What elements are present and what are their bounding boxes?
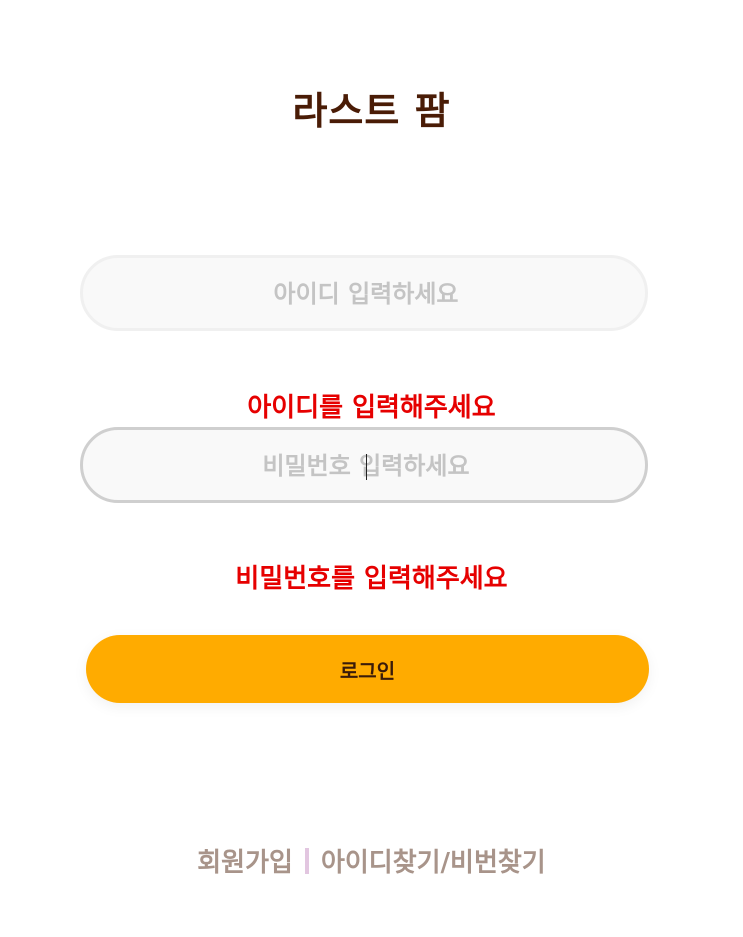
signup-link[interactable]: 회원가입 [197, 848, 293, 878]
password-field-container [80, 427, 649, 503]
page-title: 라스트 팜 [292, 89, 451, 133]
login-button[interactable]: 로그인 [86, 635, 649, 703]
login-card: 라스트 팜 아이디를 입력해주세요 비밀번호를 입력해주세요 로그인 회원가입 아… [0, 0, 743, 937]
password-error-message: 비밀번호를 입력해주세요 [235, 564, 508, 594]
id-field-container [80, 255, 649, 331]
find-account-link[interactable]: 아이디찾기/비번찾기 [321, 848, 546, 878]
id-input[interactable] [83, 258, 649, 330]
footer-divider [304, 847, 309, 874]
text-caret [366, 454, 367, 480]
footer-links: 회원가입 아이디찾기/비번찾기 [0, 842, 743, 879]
id-error-message: 아이디를 입력해주세요 [247, 393, 496, 423]
